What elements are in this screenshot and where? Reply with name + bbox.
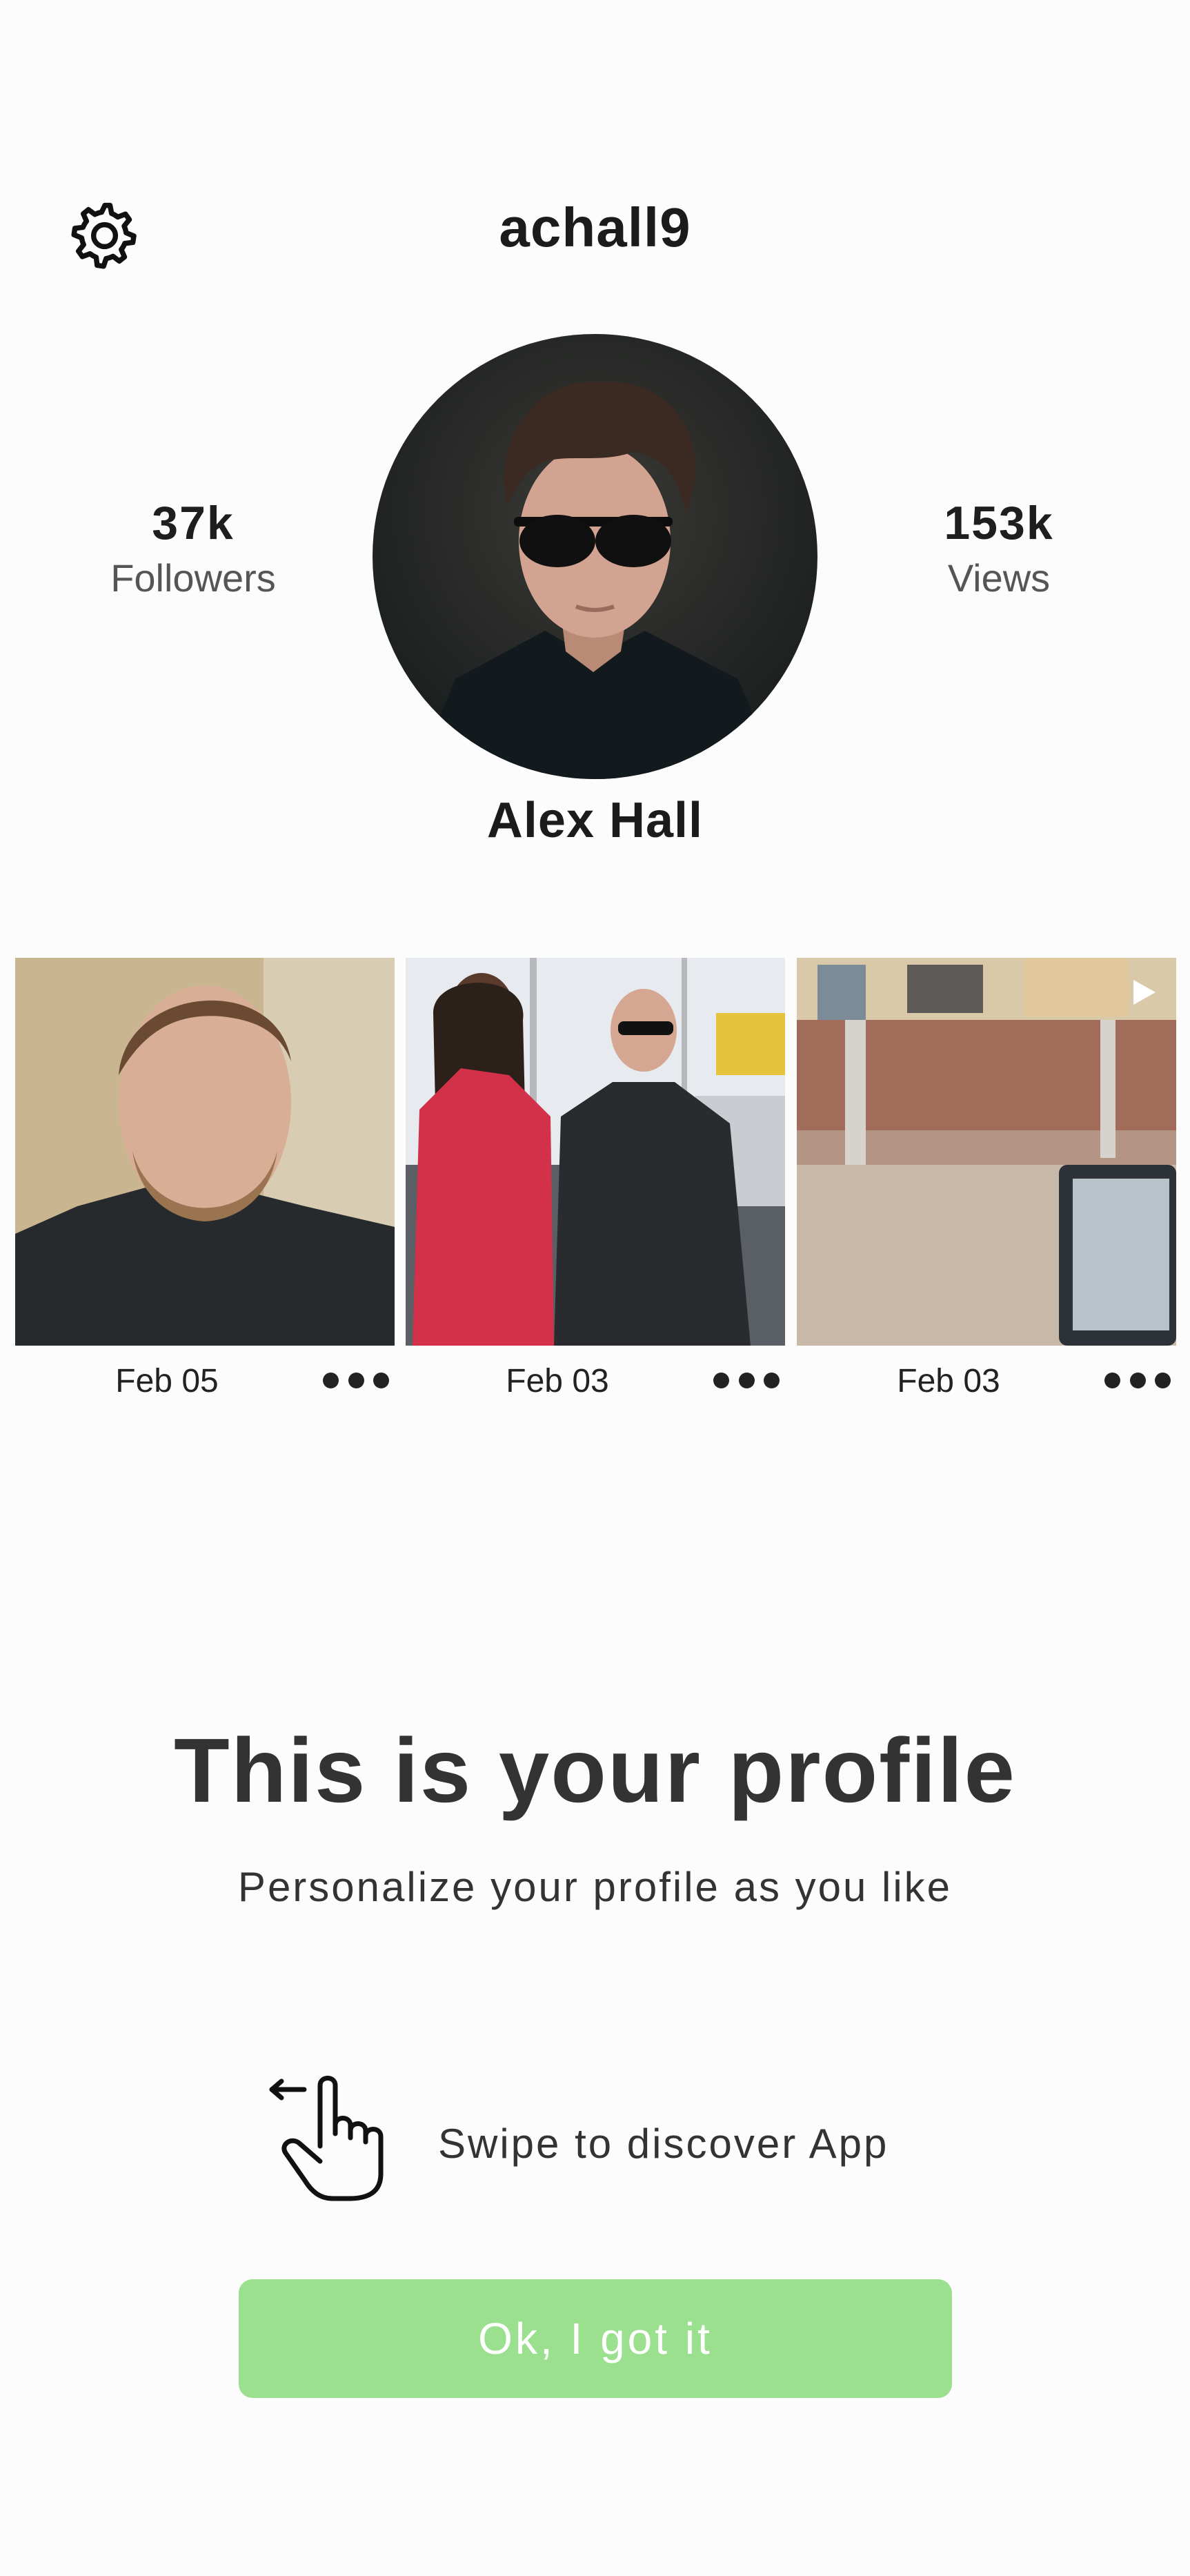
views-label: Views xyxy=(947,556,1051,600)
onboarding-title: This is your profile xyxy=(174,1720,1016,1821)
ok-got-it-button[interactable]: Ok, I got it xyxy=(239,2279,952,2398)
post-date: Feb 03 xyxy=(897,1363,1000,1399)
more-dots-icon[interactable] xyxy=(323,1366,389,1394)
post-thumbnail[interactable] xyxy=(797,958,1176,1346)
onboarding-subtitle: Personalize your profile as you like xyxy=(237,1864,953,1910)
avatar[interactable] xyxy=(373,334,817,779)
followers-count: 37k xyxy=(152,497,235,549)
more-dots-icon[interactable] xyxy=(713,1366,780,1394)
followers-label: Followers xyxy=(110,556,276,600)
followers-stat[interactable]: 37k Followers xyxy=(69,495,317,606)
post-card[interactable]: Feb 05 xyxy=(15,958,395,1415)
post-thumbnail[interactable] xyxy=(406,958,785,1346)
views-count: 153k xyxy=(944,497,1054,549)
views-stat[interactable]: 153k Views xyxy=(875,495,1123,606)
post-date: Feb 03 xyxy=(506,1363,609,1399)
swipe-instruction: Swipe to discover App xyxy=(438,2121,889,2167)
post-date: Feb 05 xyxy=(115,1363,219,1399)
swipe-hand-icon xyxy=(266,2070,390,2201)
display-name: Alex Hall xyxy=(486,793,704,848)
profile-username: achall9 xyxy=(499,197,691,258)
more-dots-icon[interactable] xyxy=(1104,1366,1171,1394)
post-card[interactable]: Feb 03 xyxy=(406,958,785,1415)
post-thumbnail[interactable] xyxy=(15,958,395,1346)
post-card[interactable]: Feb 03 xyxy=(797,958,1176,1415)
play-icon xyxy=(1133,980,1156,1005)
